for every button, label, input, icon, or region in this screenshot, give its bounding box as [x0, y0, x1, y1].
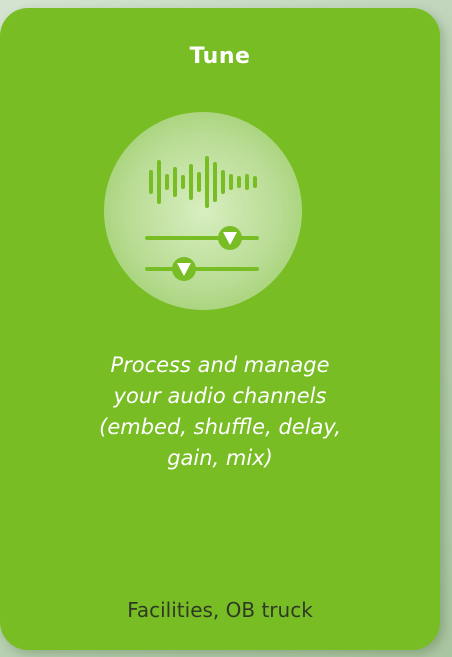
waveform-slider-icon: [145, 156, 259, 281]
page-background: Tune Process and manage your audio chann…: [0, 0, 452, 657]
card-title: Tune: [189, 44, 251, 69]
waveform-icon: [149, 156, 257, 208]
card-description: Process and manage your audio channels (…: [99, 353, 341, 470]
audio-tune-icon: [104, 112, 302, 310]
card-footer: Facilities, OB truck: [127, 598, 313, 622]
slider-icon: [145, 226, 259, 281]
tune-card[interactable]: Tune Process and manage your audio chann…: [0, 8, 440, 650]
